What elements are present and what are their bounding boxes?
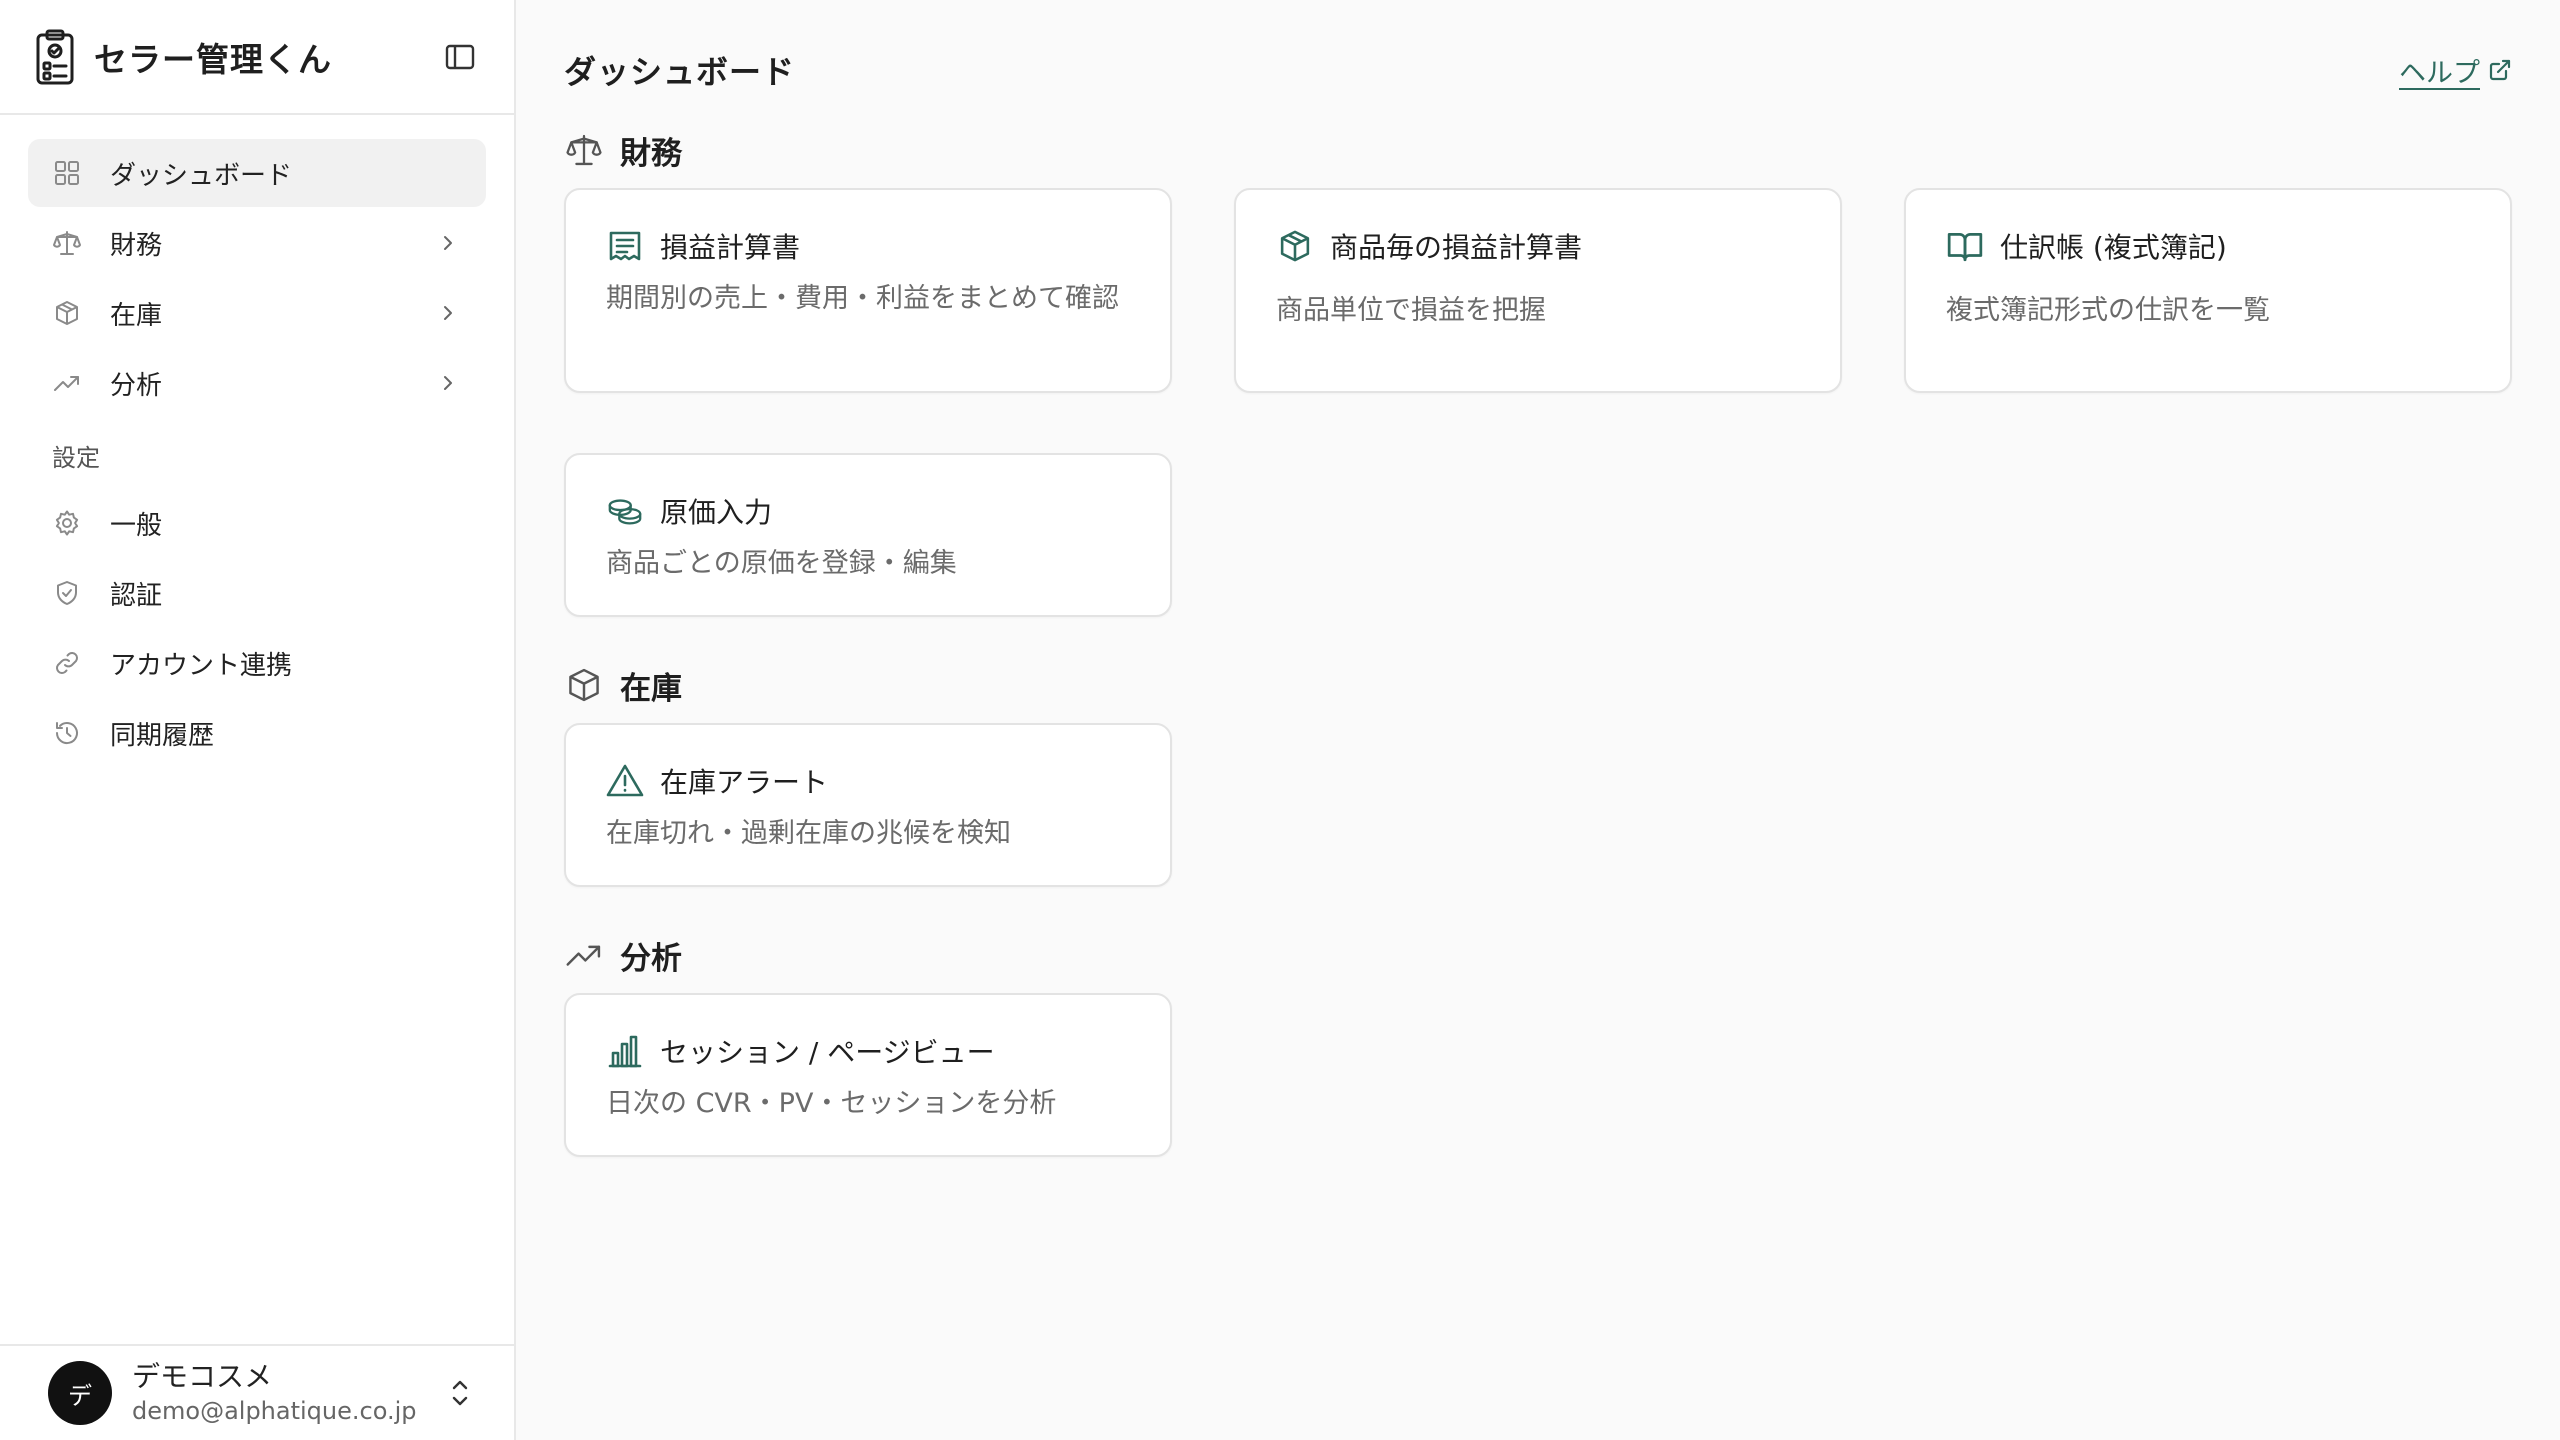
section-header: 財務 [564,126,2512,174]
receipt-icon [606,227,644,265]
avatar: デ [48,1361,112,1425]
sidebar-item-account-link[interactable]: アカウント連携 [28,629,486,697]
sidebar-item-label: 同期履歴 [110,720,215,751]
grid-icon [52,158,82,188]
card-stock-alert[interactable]: 在庫アラート 在庫切れ・過剰在庫の兆候を検知 [564,723,1172,887]
card-title: 原価入力 [660,496,773,529]
sidebar-item-inventory[interactable]: 在庫 [28,279,486,347]
sidebar-item-label: 一般 [110,510,163,541]
card-header: 原価入力 [606,491,1130,531]
card-grid: 在庫アラート 在庫切れ・過剰在庫の兆候を検知 [564,723,2512,887]
sidebar-item-dashboard[interactable]: ダッシュボード [28,139,486,207]
sidebar: セラー管理くん ダッシュボード 財務 在庫 分析 設定 一般 認証 アカウント連… [0,0,516,1440]
sidebar-item-general[interactable]: 一般 [28,489,486,557]
gear-icon [52,508,82,538]
chevron-right-icon [434,369,462,397]
coins-icon [606,492,644,530]
box-icon [52,298,82,328]
sidebar-item-sync-history[interactable]: 同期履歴 [28,699,486,767]
card-description: 商品単位で損益を把握 [1276,295,1546,326]
card-description: 複式簿記形式の仕訳を一覧 [1946,295,2270,326]
card-title: 仕訳帳 (複式簿記) [2000,231,2227,264]
card-grid: 損益計算書 期間別の売上・費用・利益をまとめて確認 商品毎の損益計算書 商品単位… [564,188,2512,617]
section-title: 在庫 [620,670,682,707]
card-grid: セッション / ページビュー 日次の CVR・PV・セッションを分析 [564,993,2512,1157]
clipboard-logo-icon [34,27,76,87]
user-info: デモコスメ demo@alphatique.co.jp [132,1359,444,1427]
box-icon [564,665,604,705]
card-title: 商品毎の損益計算書 [1330,231,1583,264]
section-title: 分析 [620,940,682,977]
card-header: 仕訳帳 (複式簿記) [1946,226,2470,266]
sidebar-item-label: 在庫 [110,300,163,331]
trend-icon [564,935,604,975]
brand-header: セラー管理くん [0,0,514,115]
package-icon [1276,227,1314,265]
card-cost-input[interactable]: 原価入力 商品ごとの原価を登録・編集 [564,453,1172,617]
card-profit-loss[interactable]: 損益計算書 期間別の売上・費用・利益をまとめて確認 [564,188,1172,393]
section-analytics: 分析 セッション / ページビュー 日次の CVR・PV・セッションを分析 [564,931,2512,1157]
card-description: 期間別の売上・費用・利益をまとめて確認 [606,283,1119,314]
sidebar-toggle-button[interactable] [438,35,482,79]
help-link[interactable]: ヘルプ [2399,51,2512,90]
sidebar-item-finance[interactable]: 財務 [28,209,486,277]
card-description: 日次の CVR・PV・セッションを分析 [606,1088,1057,1119]
sidebar-item-label: アカウント連携 [110,650,293,681]
card-description: 商品ごとの原価を登録・編集 [606,548,957,579]
card-journal[interactable]: 仕訳帳 (複式簿記) 複式簿記形式の仕訳を一覧 [1904,188,2512,393]
card-header: セッション / ページビュー [606,1031,1130,1071]
sidebar-nav: ダッシュボード 財務 在庫 分析 設定 一般 認証 アカウント連携 同期履歴 [0,115,514,1440]
card-sessions-pageviews[interactable]: セッション / ページビュー 日次の CVR・PV・セッションを分析 [564,993,1172,1157]
sidebar-item-analytics[interactable]: 分析 [28,349,486,417]
sidebar-item-label: 分析 [110,370,163,401]
section-inventory: 在庫 在庫アラート 在庫切れ・過剰在庫の兆候を検知 [564,661,2512,887]
section-header: 分析 [564,931,2512,979]
sidebar-item-auth[interactable]: 認証 [28,559,486,627]
card-title: 在庫アラート [660,766,829,799]
sidebar-item-label: ダッシュボード [110,160,293,191]
card-title: 損益計算書 [660,231,801,264]
user-email: demo@alphatique.co.jp [132,1397,417,1425]
card-header: 在庫アラート [606,761,1130,801]
help-link-label: ヘルプ [2399,57,2480,89]
scale-icon [564,130,604,170]
user-name: デモコスメ [132,1360,273,1393]
bar-chart-icon [606,1032,644,1070]
link-icon [52,648,82,678]
settings-section-label: 設定 [52,443,100,472]
history-icon [52,718,82,748]
card-title: セッション / ページビュー [660,1036,995,1069]
card-product-profit-loss[interactable]: 商品毎の損益計算書 商品単位で損益を把握 [1234,188,1842,393]
sidebar-item-label: 認証 [110,580,163,611]
alert-triangle-icon [606,762,644,800]
panel-left-icon [445,44,475,69]
main-content: ダッシュボード ヘルプ 財務 損益計算書 期間別の売上・費用・利益をまとめて確認… [516,0,2560,1440]
app-root: セラー管理くん ダッシュボード 財務 在庫 分析 設定 一般 認証 アカウント連… [0,0,2560,1440]
scale-icon [52,228,82,258]
shield-icon [52,578,82,608]
page-title: ダッシュボード [564,53,796,91]
card-header: 商品毎の損益計算書 [1276,226,1800,266]
section-finance: 財務 損益計算書 期間別の売上・費用・利益をまとめて確認 商品毎の損益計算書 商… [564,126,2512,617]
section-title: 財務 [620,135,682,172]
card-description: 在庫切れ・過剰在庫の兆候を検知 [606,818,1011,849]
trend-icon [52,368,82,398]
chevrons-up-down-icon [444,1373,476,1413]
chevron-right-icon [434,229,462,257]
external-link-icon [2489,59,2511,81]
card-header: 損益計算書 [606,226,1130,266]
chevron-right-icon [434,299,462,327]
user-menu-button[interactable]: デ デモコスメ demo@alphatique.co.jp [0,1344,516,1440]
book-open-icon [1946,227,1984,265]
sidebar-item-label: 財務 [110,230,163,261]
page-header: ダッシュボード ヘルプ [564,0,2512,140]
section-header: 在庫 [564,661,2512,709]
app-title: セラー管理くん [94,39,332,79]
